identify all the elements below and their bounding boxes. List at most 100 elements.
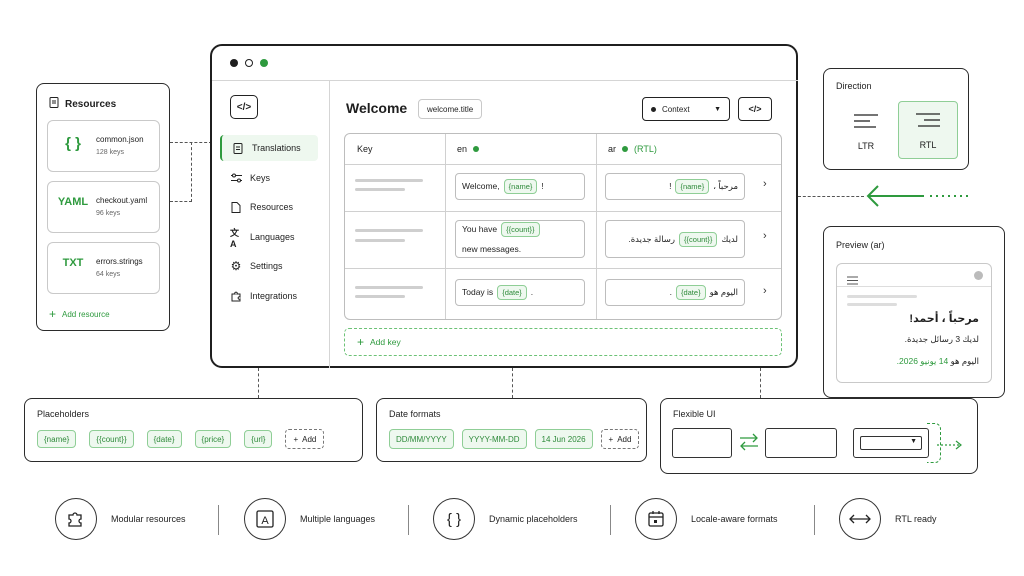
window-dot-maximize[interactable]	[260, 59, 268, 67]
code-view-button[interactable]: </>	[738, 97, 772, 121]
chevron-right-icon[interactable]: ›	[763, 230, 767, 242]
key-name-badge: welcome.title	[418, 99, 483, 119]
key-placeholder-bar	[355, 295, 405, 298]
resource-item-checkout-yaml[interactable]: YAML checkout.yaml 96 keys	[47, 181, 160, 233]
placeholder-chip[interactable]: {url}	[244, 430, 273, 448]
window-dot-minimize[interactable]	[245, 59, 253, 67]
translation-field-en[interactable]: You have {{count}} new messages.	[455, 220, 585, 258]
puzzle-icon	[55, 498, 97, 540]
direction-option-ltr[interactable]: LTR	[836, 101, 896, 159]
placeholder-chip: {date}	[497, 285, 527, 300]
placeholder-chip[interactable]: {price}	[194, 430, 232, 448]
text-segment: new messages.	[462, 244, 522, 254]
feature-label: Modular resources	[111, 514, 186, 524]
key-placeholder-bar	[355, 179, 423, 182]
feature-multiple-languages: A Multiple languages	[244, 498, 375, 540]
text-segment: You have	[462, 224, 498, 234]
direction-option-rtl[interactable]: RTL	[898, 101, 958, 159]
plus-icon: +	[293, 434, 299, 444]
divider	[610, 505, 611, 535]
key-placeholder-bar	[355, 239, 405, 242]
translation-field-ar[interactable]: اليوم هو {date} .	[605, 279, 745, 306]
document-icon	[232, 142, 244, 154]
divider	[218, 505, 219, 535]
connector-line	[258, 368, 259, 398]
date-format-chip[interactable]: DD/MM/YYYY	[389, 429, 454, 449]
add-placeholder-button[interactable]: + Add	[285, 429, 325, 449]
translation-field-ar[interactable]: لديك {{count}} رسالة جديدة.	[605, 220, 745, 258]
feature-label: RTL ready	[895, 514, 937, 524]
add-key-button[interactable]: + Add key	[344, 328, 782, 356]
divider	[345, 164, 781, 165]
add-resource-label: Add resource	[62, 309, 110, 319]
feature-dynamic-placeholders: { } Dynamic placeholders	[433, 498, 578, 540]
resource-name: errors.strings	[96, 257, 143, 266]
placeholder-chip[interactable]: {{count}}	[89, 430, 134, 448]
sidebar-item-label: Keys	[250, 173, 271, 183]
sidebar-item-settings[interactable]: ⚙ Settings	[220, 253, 318, 279]
date-format-chip[interactable]: YYYY-MM-DD	[461, 429, 527, 449]
placeholder-chip: {name}	[675, 179, 710, 194]
direction-ltr-label: LTR	[857, 141, 875, 151]
rtl-note: (RTL)	[634, 144, 657, 154]
txt-icon: TXT	[62, 257, 84, 269]
calendar-icon	[635, 498, 677, 540]
divider	[837, 286, 991, 287]
placeholder-chip[interactable]: {date}	[146, 430, 182, 448]
resources-title: Resources	[49, 97, 116, 111]
translation-field-en[interactable]: Today is {date} .	[455, 279, 585, 306]
plus-icon: +	[357, 335, 365, 349]
sidebar-item-keys[interactable]: Keys	[220, 165, 318, 191]
resource-item-common-json[interactable]: { } common.json 128 keys	[47, 120, 160, 172]
translation-field-en[interactable]: Welcome, {name} !	[455, 173, 585, 200]
column-header-ar: ar (RTL)	[596, 134, 657, 164]
preview-greeting: مرحباً ، أحمد!	[909, 313, 979, 325]
sidebar-item-resources[interactable]: Resources	[220, 194, 318, 220]
chevron-down-icon: ▼	[714, 105, 721, 113]
context-dropdown[interactable]: Context ▼	[642, 97, 730, 121]
flexible-ui-panel: Flexible UI ▼	[660, 398, 978, 474]
sidebar-item-languages[interactable]: 文A Languages	[220, 224, 318, 250]
gear-icon: ⚙	[230, 259, 242, 273]
sliders-icon	[230, 172, 242, 184]
letter-a-icon: A	[244, 498, 286, 540]
menu-icon	[847, 272, 858, 290]
add-date-format-button[interactable]: + Add	[600, 429, 640, 449]
document-icon	[49, 97, 59, 111]
add-resource-button[interactable]: + Add resource	[49, 307, 110, 321]
column-header-en: en	[445, 134, 480, 164]
sidebar-item-translations[interactable]: Translations	[220, 135, 318, 161]
placeholders-panel: Placeholders {name} {{count}} {date} {pr…	[24, 398, 363, 462]
sidebar-item-label: Languages	[250, 232, 295, 242]
window-dot-close[interactable]	[230, 59, 238, 67]
align-left-icon	[852, 113, 880, 131]
direction-title: Direction	[836, 81, 872, 91]
feature-label: Multiple languages	[300, 514, 376, 524]
preview-date-value: 14 يونيو 2026.	[896, 356, 949, 366]
arrow-right-icon	[937, 437, 963, 455]
caret-down-icon: ▼	[910, 438, 917, 445]
placeholder-chip: {{count}}	[501, 222, 540, 237]
divider	[814, 505, 815, 535]
resource-name: checkout.yaml	[96, 196, 148, 205]
translation-field-ar[interactable]: مرحباً ، {name} !	[605, 173, 745, 200]
placeholder-chip[interactable]: {name}	[37, 430, 77, 448]
preview-panel: Preview (ar) مرحباً ، أحمد! لديك 3 رسائل…	[823, 226, 1005, 398]
date-format-chip[interactable]: 14 Jun 2026	[534, 429, 593, 449]
date-formats-panel: Date formats DD/MM/YYYY YYYY-MM-DD 14 Ju…	[376, 398, 647, 462]
code-logo-icon: </>	[230, 95, 258, 119]
direction-panel: Direction LTR RTL	[823, 68, 969, 170]
chevron-right-icon[interactable]: ›	[763, 285, 767, 297]
page-title: Welcome	[346, 100, 408, 116]
svg-text:A: A	[261, 515, 269, 527]
status-dot-icon	[473, 146, 480, 152]
add-label: Add	[302, 434, 317, 444]
feature-locale-aware-formats: Locale-aware formats	[635, 498, 778, 540]
chevron-right-icon[interactable]: ›	[763, 178, 767, 190]
text-segment: لديك	[721, 233, 738, 244]
sidebar-item-integrations[interactable]: Integrations	[220, 283, 318, 309]
text-segment: Today is	[462, 287, 494, 297]
resource-key-count: 96 keys	[96, 210, 121, 217]
resource-item-errors-strings[interactable]: TXT errors.strings 64 keys	[47, 242, 160, 294]
placeholder-chip: {name}	[503, 179, 538, 194]
